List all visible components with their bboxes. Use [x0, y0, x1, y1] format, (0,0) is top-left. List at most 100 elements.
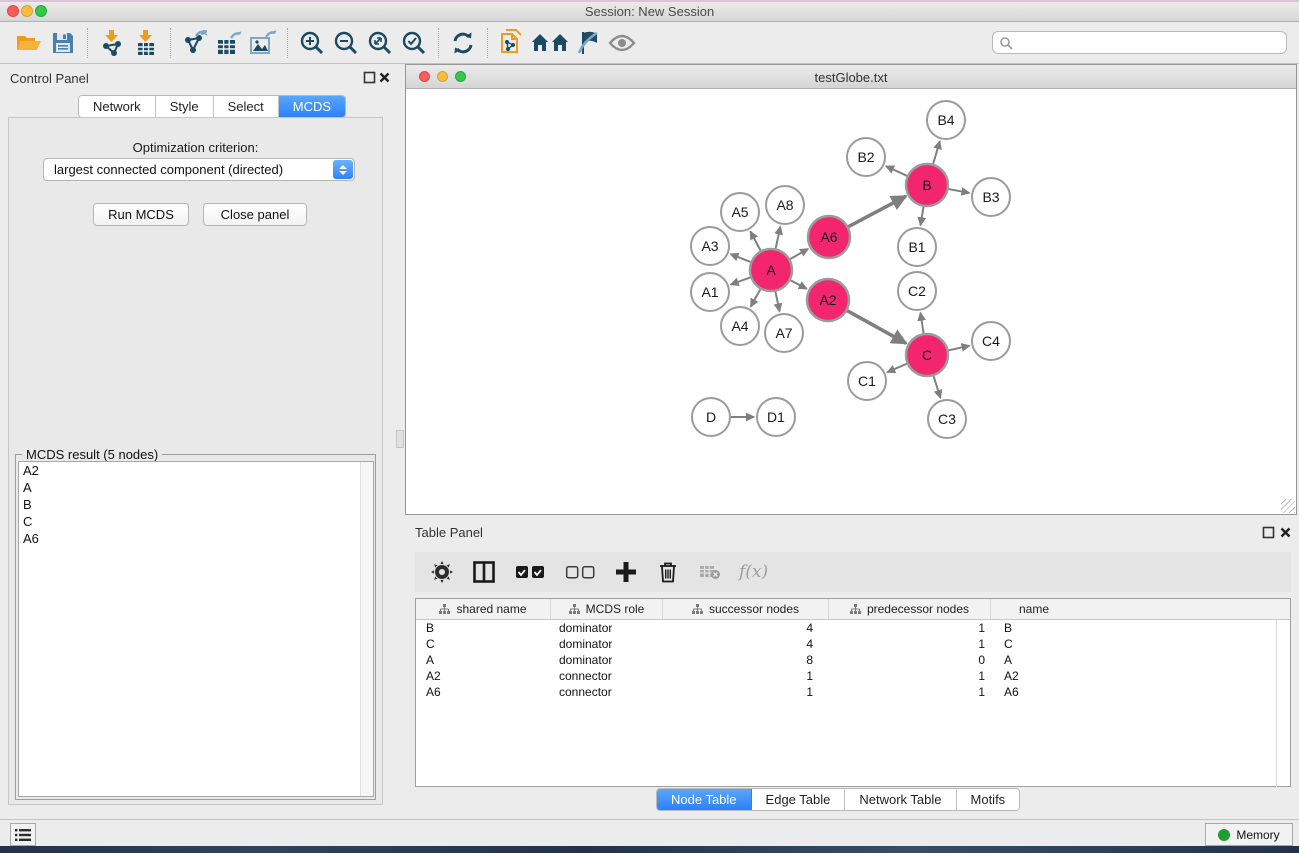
edge-C-C2[interactable] — [920, 313, 923, 334]
tab-style[interactable]: Style — [156, 96, 214, 117]
close-panel-button[interactable]: Close panel — [203, 203, 307, 226]
open-file-icon[interactable] — [12, 27, 46, 59]
edge-A-A3[interactable] — [730, 254, 750, 262]
search-box[interactable] — [992, 31, 1287, 54]
tab-node-table[interactable]: Node Table — [657, 789, 752, 810]
zoom-out-icon[interactable] — [329, 27, 363, 59]
table-cell[interactable]: 0 — [829, 653, 991, 667]
import-table-icon[interactable] — [129, 27, 163, 59]
edge-C-C3[interactable] — [934, 376, 941, 398]
import-network-icon[interactable] — [95, 27, 129, 59]
table-row[interactable]: Bdominator41B — [416, 620, 1290, 636]
edge-A-A5[interactable] — [750, 231, 760, 250]
node-table[interactable]: shared nameMCDS rolesuccessor nodesprede… — [415, 598, 1291, 787]
table-cell[interactable]: connector — [551, 669, 663, 683]
table-cell[interactable]: A6 — [416, 685, 551, 699]
delete-column-icon[interactable] — [655, 559, 681, 585]
table-cell[interactable]: A6 — [991, 685, 1077, 699]
table-cell[interactable]: dominator — [551, 637, 663, 651]
float-panel-icon[interactable] — [363, 71, 376, 84]
edge-A-A8[interactable] — [776, 227, 781, 249]
scrollbar[interactable] — [1276, 620, 1277, 787]
tab-network-table[interactable]: Network Table — [845, 789, 956, 810]
table-cell[interactable]: 1 — [829, 637, 991, 651]
edge-A-A6[interactable] — [790, 249, 808, 259]
table-cell[interactable]: 4 — [663, 637, 829, 651]
gear-icon[interactable] — [429, 559, 455, 585]
splitter-grip[interactable] — [396, 430, 404, 448]
edge-A-A7[interactable] — [775, 292, 779, 312]
column-header-MCDS-role[interactable]: MCDS role — [551, 599, 663, 619]
list-item[interactable]: B — [19, 496, 373, 513]
search-input[interactable] — [1013, 34, 1286, 52]
task-history-button[interactable] — [10, 823, 36, 846]
table-cell[interactable]: B — [991, 621, 1077, 635]
edge-B-B2[interactable] — [886, 166, 907, 176]
edge-A-A1[interactable] — [731, 277, 751, 284]
save-session-icon[interactable] — [46, 27, 80, 59]
table-cell[interactable]: 1 — [829, 685, 991, 699]
tab-motifs[interactable]: Motifs — [957, 789, 1020, 810]
deselect-all-icon[interactable] — [563, 559, 597, 585]
table-row[interactable]: Cdominator41C — [416, 636, 1290, 652]
mcds-result-list[interactable]: A2 A B C A6 — [18, 461, 374, 797]
table-cell[interactable]: 1 — [663, 669, 829, 683]
list-item[interactable]: C — [19, 513, 373, 530]
table-cell[interactable]: 1 — [829, 669, 991, 683]
close-panel-icon[interactable] — [378, 71, 391, 84]
table-row[interactable]: A6connector11A6 — [416, 684, 1290, 700]
table-cell[interactable]: 4 — [663, 621, 829, 635]
column-header-name[interactable]: name — [991, 599, 1077, 619]
table-cell[interactable]: B — [416, 621, 551, 635]
list-item[interactable]: A6 — [19, 530, 373, 547]
table-cell[interactable]: dominator — [551, 621, 663, 635]
export-network-icon[interactable] — [178, 27, 212, 59]
resize-grip[interactable] — [1281, 499, 1295, 513]
table-cell[interactable]: connector — [551, 685, 663, 699]
edge-B-B4[interactable] — [933, 141, 940, 164]
memory-button[interactable]: Memory — [1205, 823, 1293, 846]
table-cell[interactable]: A2 — [416, 669, 551, 683]
column-header-predecessor-nodes[interactable]: predecessor nodes — [829, 599, 991, 619]
select-all-icon[interactable] — [513, 559, 547, 585]
table-cell[interactable]: A — [416, 653, 551, 667]
table-row[interactable]: Adominator80A — [416, 652, 1290, 668]
list-item[interactable]: A — [19, 479, 373, 496]
table-cell[interactable]: A — [991, 653, 1077, 667]
table-cell[interactable]: 1 — [829, 621, 991, 635]
edge-C-C4[interactable] — [948, 346, 969, 351]
hide-selected-icon[interactable] — [571, 27, 605, 59]
export-table-icon[interactable] — [212, 27, 246, 59]
tab-mcds[interactable]: MCDS — [279, 96, 345, 117]
table-cell[interactable]: dominator — [551, 653, 663, 667]
table-cell[interactable]: 1 — [663, 685, 829, 699]
criterion-dropdown[interactable]: largest connected component (directed) — [43, 158, 355, 181]
edge-A6-B[interactable] — [848, 196, 905, 226]
table-row[interactable]: A2connector11A2 — [416, 668, 1290, 684]
first-neighbors-icon[interactable] — [529, 27, 571, 59]
edge-A2-C[interactable] — [847, 311, 906, 344]
scrollbar[interactable] — [360, 462, 373, 796]
tab-select[interactable]: Select — [214, 96, 279, 117]
network-canvas[interactable]: B4B2BB3B1A5A8A6A3AA1A2C2A4A7C4CC1C3DD1 — [406, 89, 1296, 514]
export-image-icon[interactable] — [246, 27, 280, 59]
zoom-in-icon[interactable] — [295, 27, 329, 59]
show-all-icon[interactable] — [605, 27, 639, 59]
edge-B-B3[interactable] — [949, 189, 970, 193]
column-header-shared-name[interactable]: shared name — [416, 599, 551, 619]
float-panel-icon[interactable] — [1262, 526, 1275, 539]
add-column-icon[interactable] — [613, 559, 639, 585]
table-cell[interactable]: C — [991, 637, 1077, 651]
zoom-selected-icon[interactable] — [397, 27, 431, 59]
new-network-from-file-icon[interactable] — [495, 27, 529, 59]
tab-network[interactable]: Network — [79, 96, 156, 117]
edge-C-C1[interactable] — [887, 364, 907, 373]
table-cell[interactable]: 8 — [663, 653, 829, 667]
close-panel-icon[interactable] — [1279, 526, 1292, 539]
table-cell[interactable]: C — [416, 637, 551, 651]
zoom-fit-icon[interactable] — [363, 27, 397, 59]
network-window-titlebar[interactable]: testGlobe.txt — [406, 65, 1296, 89]
split-panel-icon[interactable] — [471, 559, 497, 585]
tab-edge-table[interactable]: Edge Table — [752, 789, 846, 810]
run-mcds-button[interactable]: Run MCDS — [93, 203, 189, 226]
